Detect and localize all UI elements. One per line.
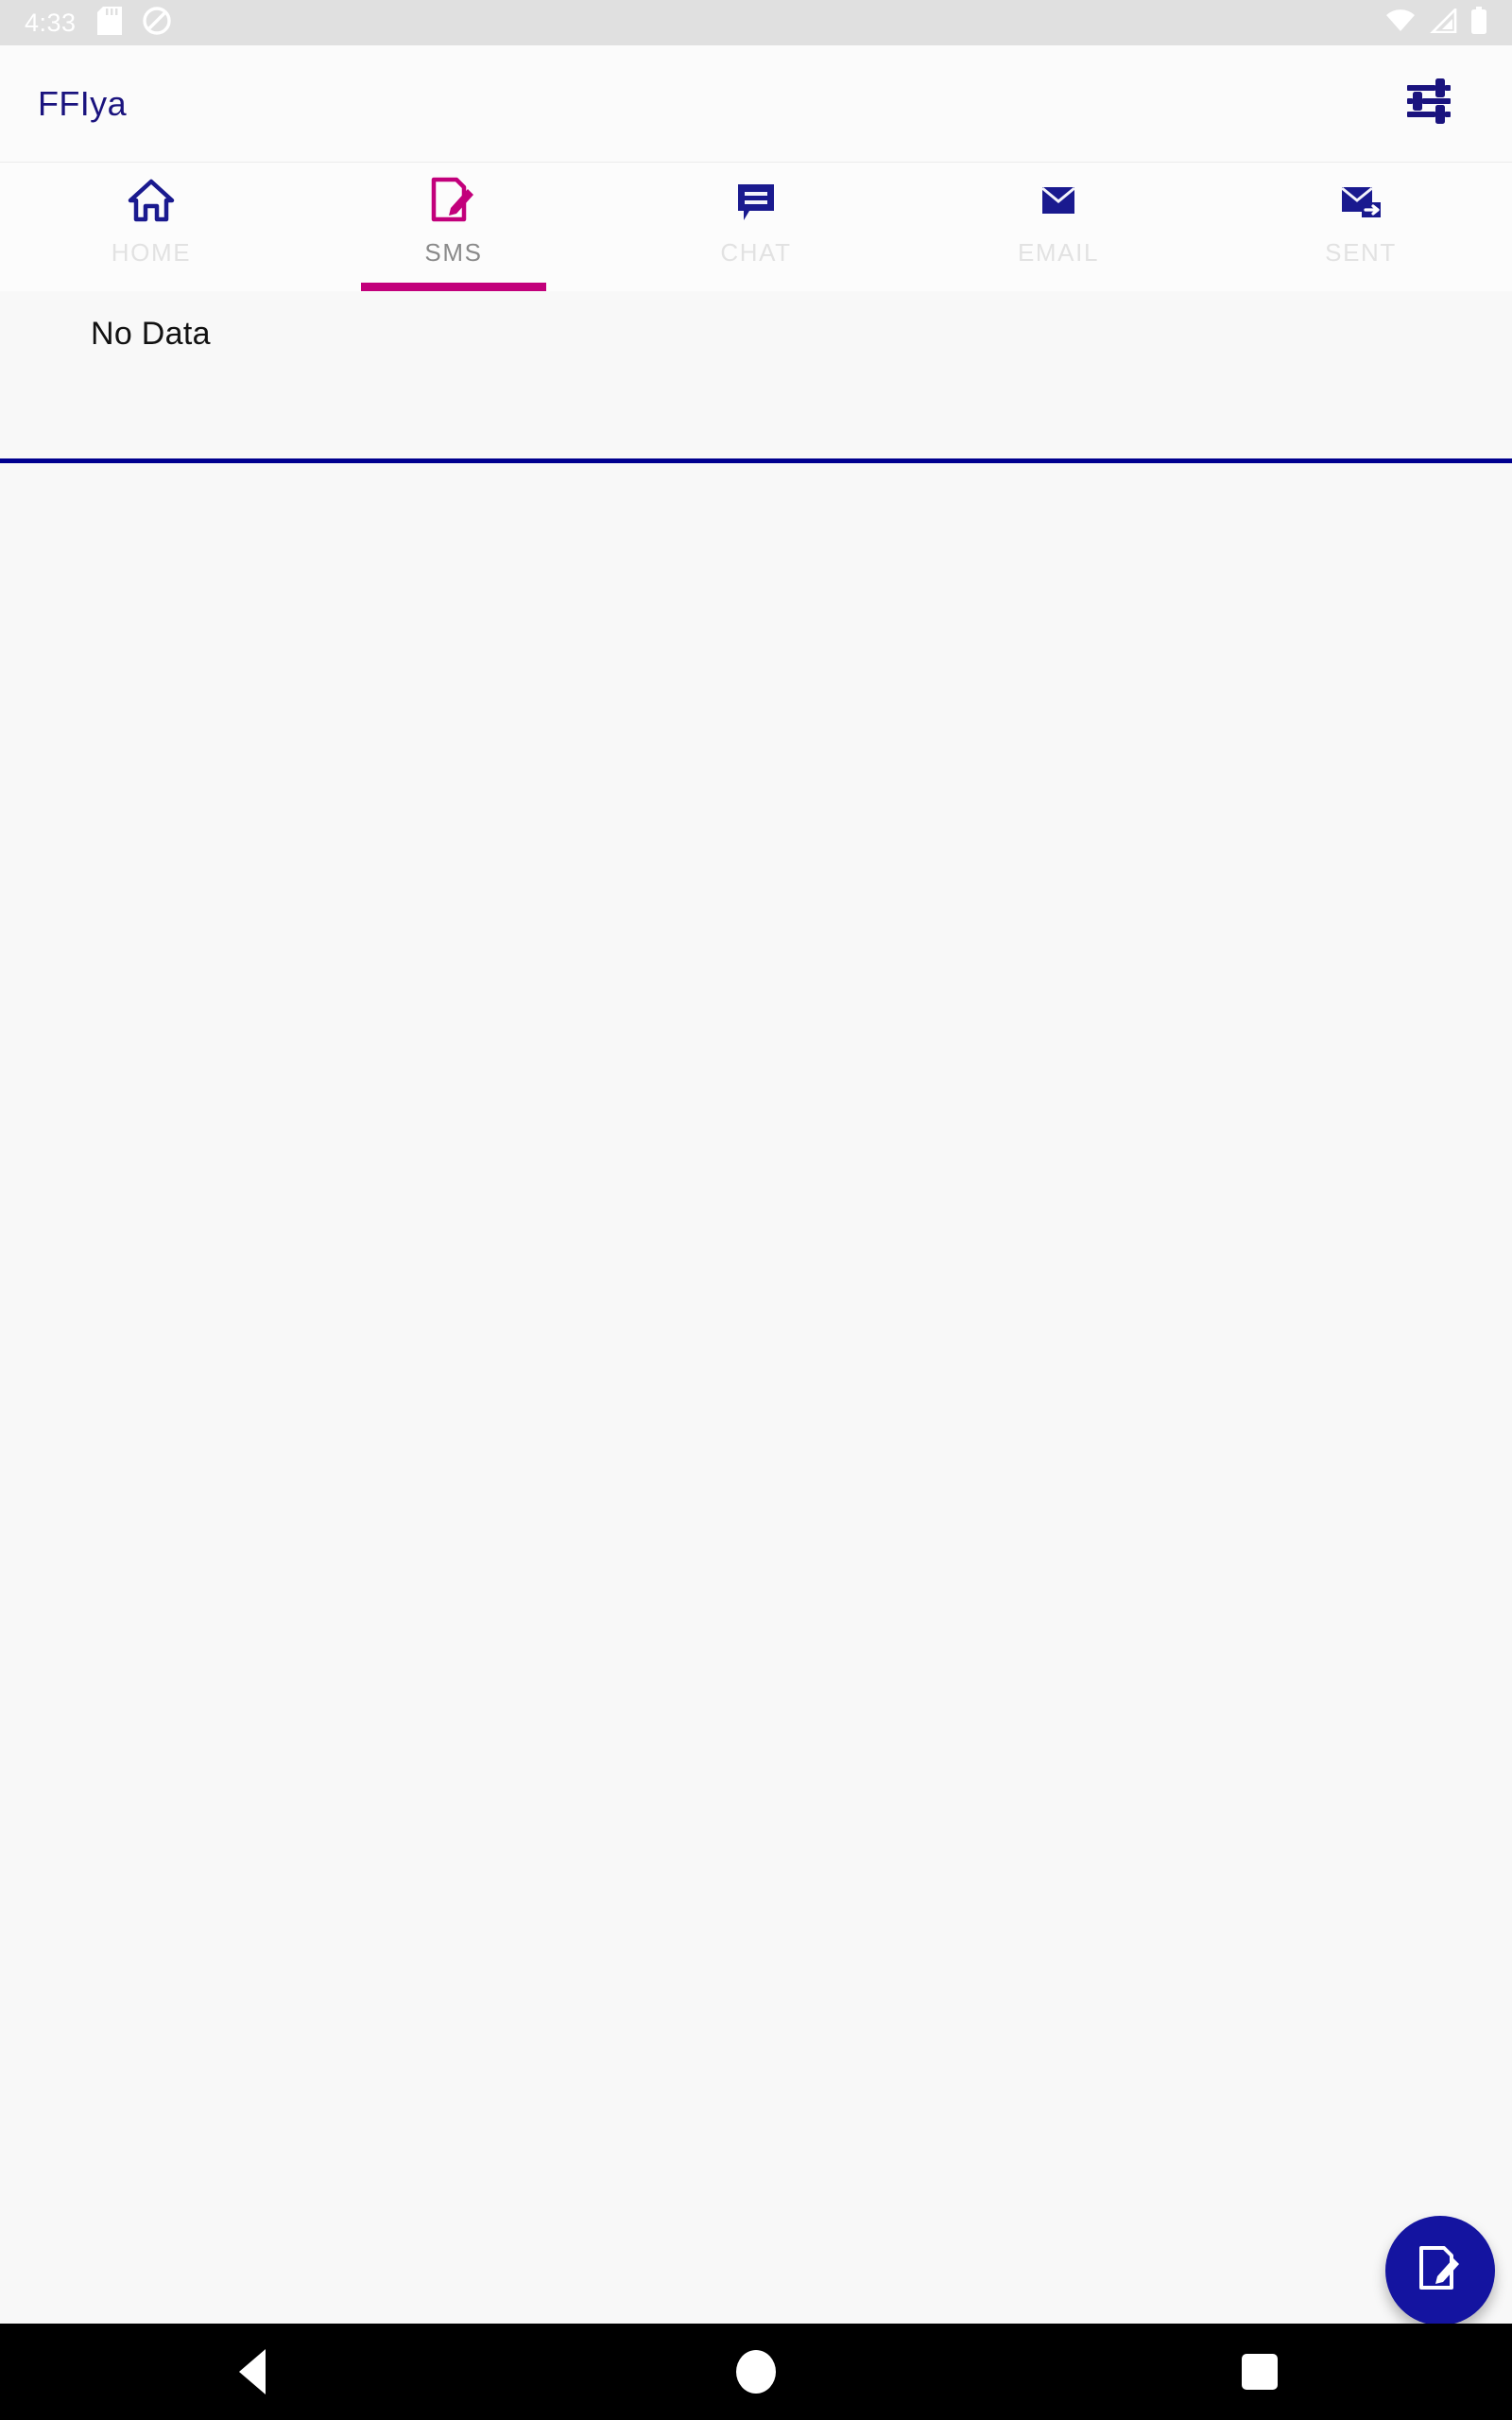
wifi-icon: [1385, 9, 1416, 38]
tune-settings-button[interactable]: [1383, 59, 1474, 149]
recents-square-icon: [1242, 2354, 1279, 2390]
compose-message-icon: [430, 176, 477, 225]
empty-state-label: No Data: [91, 316, 211, 352]
recents-button[interactable]: [1203, 2324, 1316, 2420]
app-bar-actions: [1383, 59, 1474, 149]
battery-icon: [1470, 6, 1487, 40]
tab-email-label: EMAIL: [1017, 238, 1100, 267]
app-screen: 4:33 FFIya HOME SMS CHAT EMAIL SENT No D…: [0, 0, 1512, 2420]
app-bar: FFIya: [0, 45, 1512, 163]
cell-signal-icon: [1429, 6, 1457, 38]
app-title: FFIya: [38, 83, 128, 123]
dnd-icon: [142, 6, 171, 40]
status-bar: 4:33: [0, 0, 1512, 45]
tab-sms-label: SMS: [424, 238, 483, 267]
tab-sms[interactable]: SMS: [302, 163, 605, 291]
tab-email[interactable]: EMAIL: [907, 163, 1210, 291]
envelope-icon: [1034, 176, 1083, 225]
tab-sent[interactable]: SENT: [1210, 163, 1512, 291]
chat-bubble-icon: [731, 176, 781, 225]
message-list-section: No Data: [0, 291, 1512, 461]
home-icon: [127, 176, 176, 225]
tune-sliders-icon: [1401, 74, 1456, 133]
system-navigation-bar: [0, 2324, 1512, 2420]
sd-card-icon: [96, 6, 122, 40]
tab-active-indicator: [361, 283, 546, 291]
compose-fab-button[interactable]: [1385, 2216, 1495, 2325]
status-bar-left: 4:33: [25, 6, 171, 40]
tab-chat-label: CHAT: [720, 238, 792, 267]
status-bar-right: [1385, 6, 1487, 40]
tab-bar: HOME SMS CHAT EMAIL SENT: [0, 163, 1512, 291]
home-circle-icon: [735, 2350, 776, 2394]
compose-document-icon: [1416, 2243, 1465, 2299]
home-button[interactable]: [699, 2324, 813, 2420]
back-button[interactable]: [196, 2324, 309, 2420]
status-clock: 4:33: [25, 8, 77, 37]
tab-chat[interactable]: CHAT: [605, 163, 907, 291]
tab-home[interactable]: HOME: [0, 163, 302, 291]
tab-home-label: HOME: [111, 238, 192, 267]
envelope-sent-icon: [1335, 176, 1386, 225]
back-triangle-icon: [238, 2349, 266, 2394]
main-content-area: [0, 463, 1512, 2324]
tab-sent-label: SENT: [1325, 238, 1397, 267]
